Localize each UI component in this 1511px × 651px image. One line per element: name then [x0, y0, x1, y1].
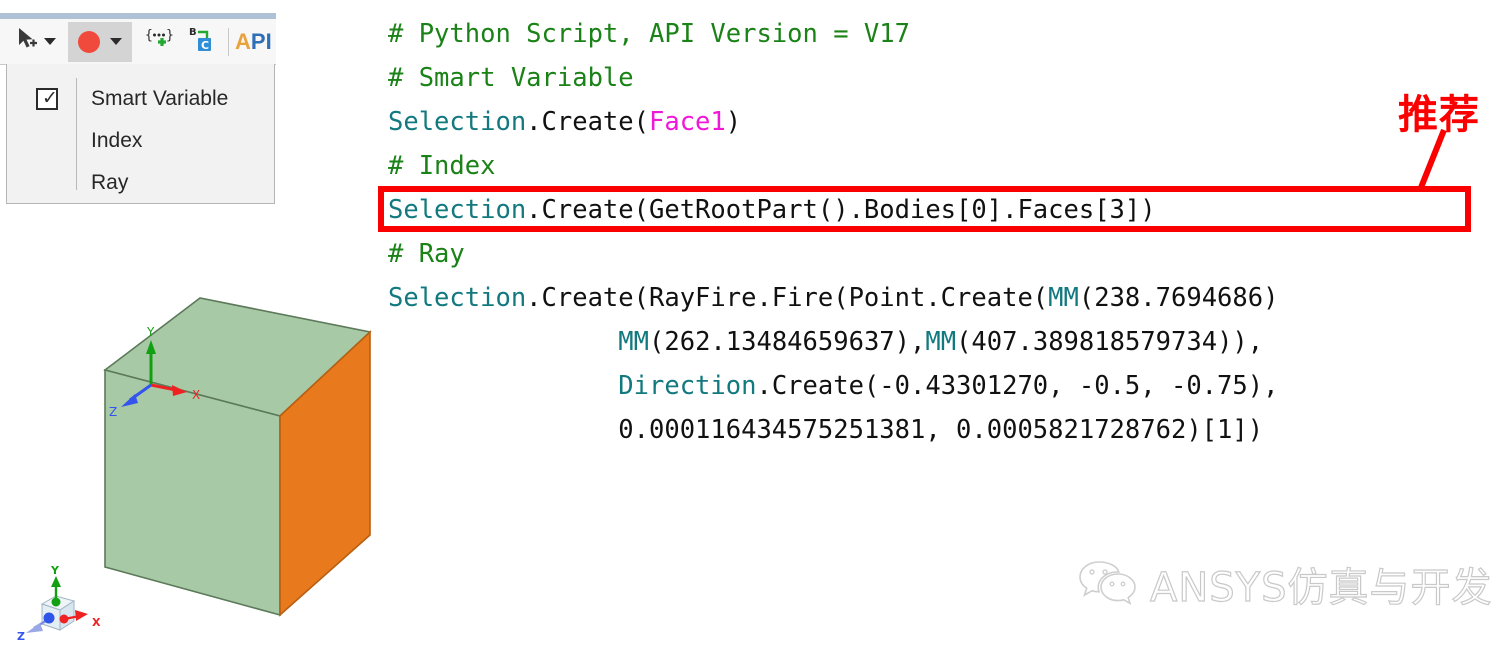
select-tool-button[interactable]: [10, 22, 60, 62]
red-dot-icon: [78, 30, 100, 53]
code-token: (238.7694686): [1078, 283, 1279, 313]
api-letter-i: I: [265, 28, 272, 54]
code-token: MM: [925, 327, 957, 357]
code-line[interactable]: # Index: [388, 144, 1278, 188]
svg-text:C: C: [201, 39, 209, 52]
code-token: MM: [1048, 283, 1079, 313]
insert-variable-button[interactable]: { }: [140, 22, 178, 62]
axis-label-x: X: [192, 388, 200, 402]
highlight-box: [378, 186, 1471, 232]
code-token: ): [725, 107, 742, 137]
code-token: .Create(RayFire.Fire(Point.Create(: [526, 283, 1049, 313]
menu-item-label: Smart Variable: [91, 87, 229, 110]
code-line[interactable]: Direction.Create(-0.43301270, -0.5, -0.7…: [388, 364, 1278, 408]
code-line[interactable]: # Ray: [388, 232, 1278, 276]
api-label: API: [235, 29, 272, 55]
cursor-plus-icon: [14, 26, 40, 57]
code-token: 0.000116434575251381, 0.0005821728762)[1…: [388, 415, 1264, 445]
chevron-down-icon[interactable]: [44, 38, 56, 45]
code-line[interactable]: Selection.Create(RayFire.Fire(Point.Crea…: [388, 276, 1278, 320]
braces-plus-icon: { }: [144, 25, 174, 58]
toolbar-divider: [228, 27, 229, 56]
menu-item-ray[interactable]: Ray: [7, 162, 274, 204]
api-letter-a: A: [235, 28, 251, 54]
wechat-icon: [1078, 559, 1140, 610]
code-token: (262.13484659637),: [649, 327, 926, 357]
code-token: Selection: [388, 107, 527, 137]
code-line[interactable]: 0.000116434575251381, 0.0005821728762)[1…: [388, 408, 1278, 452]
code-line[interactable]: # Smart Variable: [388, 56, 1278, 100]
check-icon: ✓: [42, 87, 58, 109]
menu-item-smart-variable[interactable]: ✓ Smart Variable: [7, 78, 274, 120]
code-line[interactable]: Selection.Create(Face1): [388, 100, 1278, 144]
axis-label-z: Z: [109, 405, 117, 419]
code-token: Selection: [388, 283, 527, 313]
watermark: ANSYS仿真与开发: [1078, 552, 1498, 616]
svg-text:}: }: [166, 28, 174, 43]
3d-model-viewport[interactable]: Y X Z: [80, 270, 400, 640]
recommendation-annotation: 推荐: [1398, 92, 1480, 138]
svg-text:{: {: [145, 28, 153, 43]
code-line[interactable]: # Python Script, API Version = V17: [388, 12, 1278, 56]
python-script-panel: # Python Script, API Version = V17 # Smar…: [388, 12, 1278, 452]
marker-tool-button[interactable]: [68, 21, 132, 62]
b-to-c-icon: B C: [188, 24, 218, 59]
code-token: # Smart Variable: [388, 63, 634, 93]
menu-item-index[interactable]: Index: [7, 120, 274, 162]
code-token: .Create(-0.43301270, -0.5, -0.75),: [756, 371, 1279, 401]
code-token: # Ray: [388, 239, 465, 269]
code-token: (407.389818579734)),: [956, 327, 1264, 357]
code-token: # Python Script, API Version = V17: [388, 19, 910, 49]
code-token: Direction: [618, 371, 757, 401]
code-token: MM: [618, 327, 650, 357]
axis-label-y: Y: [146, 325, 155, 339]
smart-variable-checkbox[interactable]: ✓: [36, 88, 58, 110]
triad-label-y: Y: [50, 564, 60, 577]
code-token: # Index: [388, 151, 496, 181]
triad-label-x: X: [92, 616, 101, 629]
svg-text:B: B: [189, 27, 197, 38]
code-token: .Create(: [526, 107, 649, 137]
convert-bc-button[interactable]: B C: [184, 22, 222, 62]
view-orientation-triad[interactable]: Y X Z: [4, 552, 104, 651]
triad-label-z: Z: [17, 630, 25, 643]
menu-item-label: Ray: [91, 171, 129, 194]
code-token: Face1: [649, 107, 726, 137]
selection-mode-dropdown: ✓ Smart Variable Index Ray: [6, 64, 275, 204]
code-line[interactable]: MM(262.13484659637),MM(407.389818579734)…: [388, 320, 1278, 364]
watermark-text: ANSYS仿真与开发: [1149, 564, 1493, 611]
toolbar: { } B C API: [0, 19, 276, 65]
chevron-down-icon[interactable]: [110, 38, 122, 45]
api-letter-p: P: [250, 28, 266, 54]
menu-item-label: Index: [91, 129, 143, 152]
